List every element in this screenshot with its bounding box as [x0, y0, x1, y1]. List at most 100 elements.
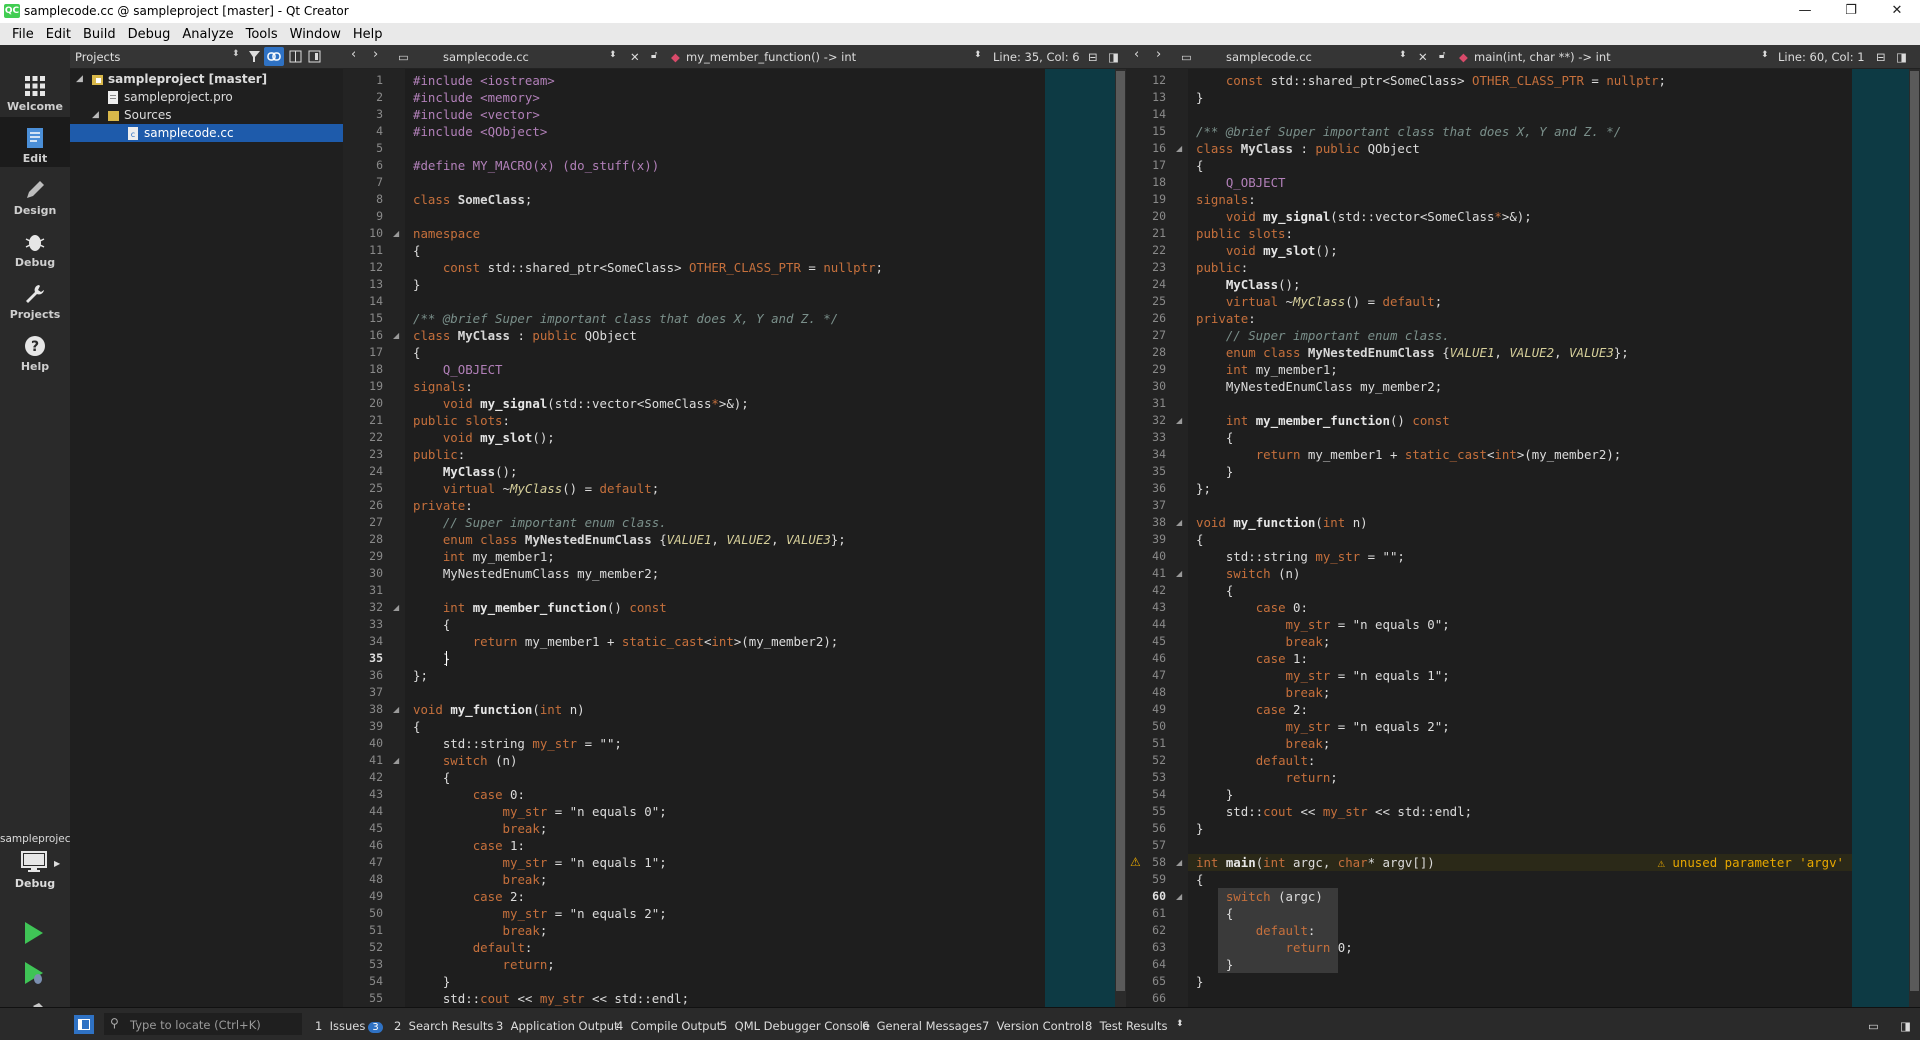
code-line: switch (argc) — [1196, 888, 1323, 905]
maximize-button[interactable]: ❐ — [1828, 0, 1874, 23]
mode-debug[interactable]: Debug — [0, 221, 70, 271]
code-token: = — [800, 260, 824, 275]
open-file-selector[interactable]: samplecode.cc — [443, 50, 529, 64]
sync-editor-toggle[interactable] — [264, 47, 284, 66]
filter-icon[interactable] — [248, 50, 261, 63]
minimap-left[interactable] — [1045, 69, 1115, 1007]
minimize-button[interactable]: — — [1782, 0, 1828, 23]
cursor-position[interactable]: Line: 35, Col: 6 — [993, 50, 1080, 64]
projects-view-selector[interactable]: Projects — [75, 50, 120, 64]
close-document-icon[interactable]: ✕ — [1418, 50, 1428, 64]
file-selector-arrows-icon[interactable]: ⬍ — [1399, 50, 1407, 60]
code-token: { — [413, 617, 451, 632]
pane-compile-output[interactable]: 4 Compile Output — [616, 1019, 721, 1033]
minimap-right[interactable] — [1852, 69, 1909, 1007]
fold-marker-icon[interactable]: ◢ — [393, 705, 399, 714]
line-number-gutter-right[interactable]: 12 13 14 15 16 ◢ 17 18 19 20 21 22 23 24 25 26 27 28 29 30 3… — [1126, 69, 1188, 1007]
mode-projects[interactable]: Projects — [0, 273, 70, 323]
back-arrow-icon[interactable]: ‹ — [351, 47, 356, 62]
mode-help[interactable]: ? Help — [0, 325, 70, 375]
debug-run-icon[interactable] — [23, 961, 45, 985]
fold-marker-icon[interactable]: ◢ — [1176, 892, 1182, 901]
fold-marker-icon[interactable]: ◢ — [1176, 144, 1182, 153]
fold-marker-icon[interactable]: ◢ — [393, 603, 399, 612]
close-split-icon[interactable]: ◨ — [1108, 50, 1119, 64]
split-icon[interactable] — [289, 50, 302, 63]
pane-qml-debugger-console[interactable]: 5 QML Debugger Console — [720, 1019, 870, 1033]
line-number-gutter-left[interactable]: 1 2 3 4 5 6 7 8 9 10 ◢ 11 12 13 14 15 16 ◢ 17 18 19 20 21 22 23 2… — [343, 69, 405, 1007]
pane-application-output[interactable]: 3 Application Output — [496, 1019, 619, 1033]
kit-arrow-icon: ▶ — [54, 859, 61, 868]
edit-doc-icon — [27, 128, 43, 148]
code-editor-right[interactable]: const std::shared_ptr<SomeClass> OTHER_C… — [1188, 69, 1852, 1007]
symbol-selector-arrows-icon[interactable]: ⬍ — [1761, 50, 1769, 60]
symbol-selector-arrows-icon[interactable]: ⬍ — [974, 50, 982, 60]
split-editor-icon[interactable]: ⊟ — [1088, 50, 1098, 64]
more-panes-arrows-icon[interactable]: ⬍ — [1176, 1019, 1184, 1029]
forward-arrow-icon[interactable]: › — [1156, 47, 1161, 62]
fold-marker-icon[interactable]: ◢ — [393, 331, 399, 340]
menu-window[interactable]: Window — [284, 27, 347, 42]
menu-analyze[interactable]: Analyze — [176, 27, 239, 42]
open-file-selector[interactable]: samplecode.cc — [1226, 50, 1312, 64]
scrollbar-right[interactable] — [1909, 69, 1920, 1007]
pane-general-messages[interactable]: 6 General Messages — [862, 1019, 982, 1033]
code-token: MyClass — [442, 464, 496, 479]
menu-edit[interactable]: Edit — [40, 27, 77, 42]
close-document-icon[interactable]: ✕ — [630, 50, 640, 64]
cursor-position[interactable]: Line: 60, Col: 1 — [1778, 50, 1865, 64]
fold-marker-icon[interactable]: ◢ — [1176, 858, 1182, 867]
view-selector-arrows-icon[interactable]: ⬍ — [232, 49, 240, 59]
scrollbar-thumb[interactable] — [1910, 71, 1919, 991]
fold-marker-icon[interactable]: ◢ — [1176, 518, 1182, 527]
close-button[interactable]: ✕ — [1874, 0, 1920, 23]
tree-item-samplecode[interactable]: c samplecode.cc — [70, 124, 343, 142]
split-editor-icon[interactable]: ⊟ — [1876, 50, 1886, 64]
warning-annotation[interactable]: ⚠ unused parameter 'argv' — [1658, 854, 1845, 871]
symbol-selector[interactable]: my_member_function() -> int — [686, 50, 856, 64]
menu-build[interactable]: Build — [77, 27, 122, 42]
close-pane-icon[interactable] — [308, 50, 321, 63]
run-icon[interactable] — [23, 921, 45, 945]
fold-marker-icon[interactable]: ◢ — [393, 229, 399, 238]
code-token: cout — [480, 991, 510, 1006]
code-editor-left[interactable]: #include <iostream> #include <memory> #inc… — [405, 69, 1045, 1007]
expand-arrow-icon[interactable]: ◢ — [76, 70, 83, 88]
kit-selector[interactable]: ▶ Debug — [0, 849, 70, 899]
fold-marker-icon[interactable]: ◢ — [1176, 416, 1182, 425]
menu-file[interactable]: File — [6, 27, 40, 42]
menu-help[interactable]: Help — [347, 27, 389, 42]
output-pane-toggle-icon[interactable]: ▭ — [1868, 1019, 1879, 1033]
menu-debug[interactable]: Debug — [122, 27, 177, 42]
menu-tools[interactable]: Tools — [240, 27, 284, 42]
scrollbar-left[interactable] — [1115, 69, 1126, 1007]
mode-welcome[interactable]: Welcome — [0, 65, 70, 115]
line-number: 49 — [369, 889, 383, 903]
file-selector-arrows-icon[interactable]: ⬍ — [609, 50, 617, 60]
toggle-sidebar-button[interactable] — [74, 1015, 94, 1034]
code-token: }; — [1196, 481, 1211, 496]
scrollbar-thumb[interactable] — [1116, 71, 1125, 991]
mode-design[interactable]: Design — [0, 169, 70, 219]
line-number: 14 — [369, 294, 383, 308]
locator-field[interactable]: ⚲ Type to locate (Ctrl+K) — [104, 1013, 302, 1035]
fold-marker-icon[interactable]: ◢ — [1176, 569, 1182, 578]
right-sidebar-toggle-icon[interactable]: ◨ — [1900, 1019, 1911, 1033]
code-line: enum class MyNestedEnumClass {VALUE1, VA… — [1196, 344, 1629, 361]
close-split-icon[interactable]: ◨ — [1896, 50, 1907, 64]
expand-arrow-icon[interactable]: ◢ — [92, 106, 99, 124]
fold-marker-icon[interactable]: ◢ — [393, 756, 399, 765]
pane-version-control[interactable]: 7 Version Control — [982, 1019, 1084, 1033]
tree-item-sources[interactable]: ◢ Sources — [70, 106, 343, 124]
symbol-selector[interactable]: main(int, char **) -> int — [1474, 50, 1611, 64]
forward-arrow-icon[interactable]: › — [373, 47, 378, 62]
code-token: const — [442, 260, 488, 275]
tree-item-pro-file[interactable]: sampleproject.pro — [70, 88, 343, 106]
back-arrow-icon[interactable]: ‹ — [1134, 47, 1139, 62]
pane-test-results[interactable]: 8 Test Results — [1085, 1019, 1167, 1033]
pane-issues[interactable]: 1 Issues 3 — [315, 1019, 383, 1033]
mode-edit[interactable]: Edit — [0, 117, 70, 167]
pane-search-results[interactable]: 2 Search Results — [394, 1019, 493, 1033]
tree-item-project[interactable]: ◢ sampleproject [master] — [70, 70, 343, 88]
